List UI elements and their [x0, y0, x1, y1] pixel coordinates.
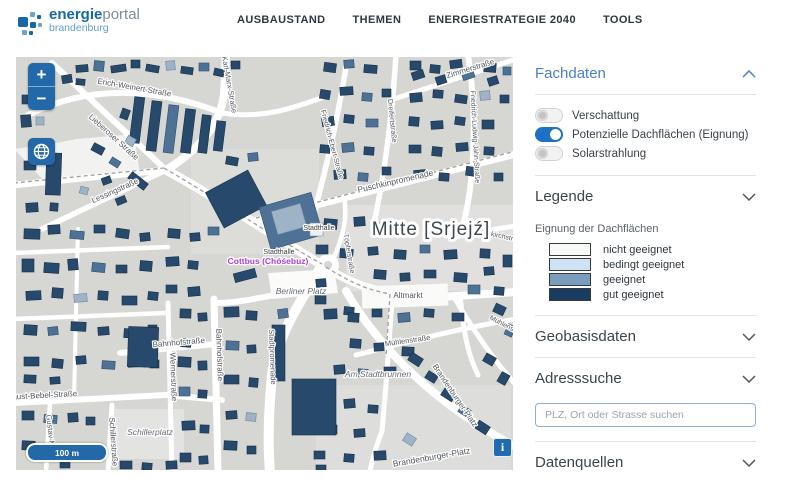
- legend-label: bedingt geeignet: [603, 259, 684, 271]
- toggle-row-verschattung[interactable]: Verschattung: [535, 108, 756, 123]
- map-label: Stadthalle: [303, 225, 334, 232]
- section-legende-title: Legende: [535, 188, 593, 205]
- dachflaechen-label: Potenzielle Dachflächen (Eignung): [572, 129, 748, 141]
- legend-swatch-gut-geeignet: [549, 288, 591, 301]
- brand-sub: brandenburg: [49, 23, 140, 34]
- dachflaechen-switch[interactable]: [535, 127, 563, 142]
- switch-knob: [537, 148, 548, 159]
- section-legende[interactable]: Legende: [535, 176, 756, 217]
- section-fachdaten[interactable]: Fachdaten: [535, 57, 756, 94]
- verschattung-label: Verschattung: [572, 110, 639, 122]
- chevron-up-icon[interactable]: [742, 70, 756, 78]
- legend-label: nicht geeignet: [603, 244, 672, 256]
- legend-label: geeignet: [603, 274, 645, 286]
- legend-item: nicht geeignet: [535, 243, 756, 256]
- sidebar: Fachdaten Verschattung Potenzielle Dachf…: [535, 57, 756, 482]
- address-search-wrap: [535, 399, 756, 441]
- zoom-out-button[interactable]: −: [28, 86, 55, 110]
- legend-swatch-geeignet: [549, 273, 591, 286]
- search-input[interactable]: [535, 403, 756, 427]
- brand-bold: energie: [49, 6, 102, 23]
- toggle-row-dachflaechen[interactable]: Potenzielle Dachflächen (Eignung): [535, 127, 756, 142]
- map-container[interactable]: Erich-Weinert-StraßeKarl-Marx-StraßeZimm…: [16, 57, 513, 470]
- legend-item: bedingt geeignet: [535, 258, 756, 271]
- nav-tools[interactable]: TOOLS: [603, 14, 643, 26]
- legend-item: geeignet: [535, 273, 756, 286]
- legend-label: gut geeignet: [603, 289, 664, 301]
- section-adresssuche-title: Adresssuche: [535, 370, 622, 387]
- section-fachdaten-title: Fachdaten: [535, 65, 606, 82]
- map-label: Mitte [Srjejź]: [372, 219, 491, 240]
- legend-item: gut geeignet: [535, 288, 756, 301]
- map-label: Am Stadtbrunnen: [344, 369, 411, 379]
- verschattung-switch[interactable]: [535, 108, 563, 123]
- main-nav: AUSBAUSTAND THEMEN ENERGIESTRATEGIE 2040…: [237, 14, 643, 26]
- map-label: Cottbus (Chóśebuz): [228, 256, 309, 266]
- section-datenquellen-title: Datenquellen: [535, 454, 623, 471]
- nav-themen[interactable]: THEMEN: [353, 14, 402, 26]
- map-label: Schillerplatz: [127, 427, 174, 437]
- logo-text: energieportal brandenburg: [49, 7, 140, 34]
- layer-toggles: Verschattung Potenzielle Dachflächen (Ei…: [535, 95, 756, 175]
- switch-knob: [550, 129, 561, 140]
- globe-button[interactable]: [28, 138, 55, 165]
- section-geobasisdaten[interactable]: Geobasisdaten: [535, 316, 756, 357]
- info-button[interactable]: i: [493, 438, 512, 457]
- map-zoom-control: + −: [28, 63, 55, 110]
- globe-icon: [32, 142, 51, 161]
- section-adresssuche[interactable]: Adresssuche: [535, 358, 756, 399]
- solarstrahlung-label: Solarstrahlung: [572, 148, 646, 160]
- energieportal-page: energieportal brandenburg AUSBAUSTAND TH…: [0, 0, 800, 482]
- section-geobasisdaten-title: Geobasisdaten: [535, 328, 636, 345]
- legend-body: Eignung der Dachflächen nicht geeignet b…: [535, 217, 756, 315]
- nav-energiestrategie[interactable]: ENERGIESTRATEGIE 2040: [428, 14, 576, 26]
- brand-light: portal: [102, 6, 140, 23]
- toggle-row-solarstrahlung[interactable]: Solarstrahlung: [535, 146, 756, 161]
- logo-dots-icon: [16, 10, 42, 38]
- legend-subtitle: Eignung der Dachflächen: [535, 223, 756, 235]
- logo[interactable]: energieportal brandenburg: [16, 7, 140, 38]
- chevron-down-icon[interactable]: [742, 333, 756, 341]
- map-label: Altmarkt: [393, 291, 423, 300]
- chevron-down-icon[interactable]: [742, 375, 756, 383]
- chevron-down-icon[interactable]: [742, 193, 756, 201]
- nav-ausbaustand[interactable]: AUSBAUSTAND: [237, 14, 326, 26]
- section-datenquellen[interactable]: Datenquellen: [535, 442, 756, 482]
- map-label: Bahnhofstraße: [214, 329, 225, 382]
- header: energieportal brandenburg AUSBAUSTAND TH…: [0, 0, 800, 57]
- legend-swatch-bedingt-geeignet: [549, 258, 591, 271]
- map-label: Wernerstraße: [168, 352, 179, 402]
- map-canvas[interactable]: Erich-Weinert-StraßeKarl-Marx-StraßeZimm…: [16, 57, 513, 470]
- switch-knob: [537, 110, 548, 121]
- map-label: Berliner Platz: [276, 286, 327, 296]
- chevron-down-icon[interactable]: [742, 459, 756, 467]
- map-label: Stadthalle: [263, 249, 294, 256]
- legend-swatch-nicht-geeignet: [549, 243, 591, 256]
- solarstrahlung-switch[interactable]: [535, 146, 563, 161]
- map-scale-bar: 100 m: [26, 443, 108, 462]
- zoom-in-button[interactable]: +: [28, 63, 55, 86]
